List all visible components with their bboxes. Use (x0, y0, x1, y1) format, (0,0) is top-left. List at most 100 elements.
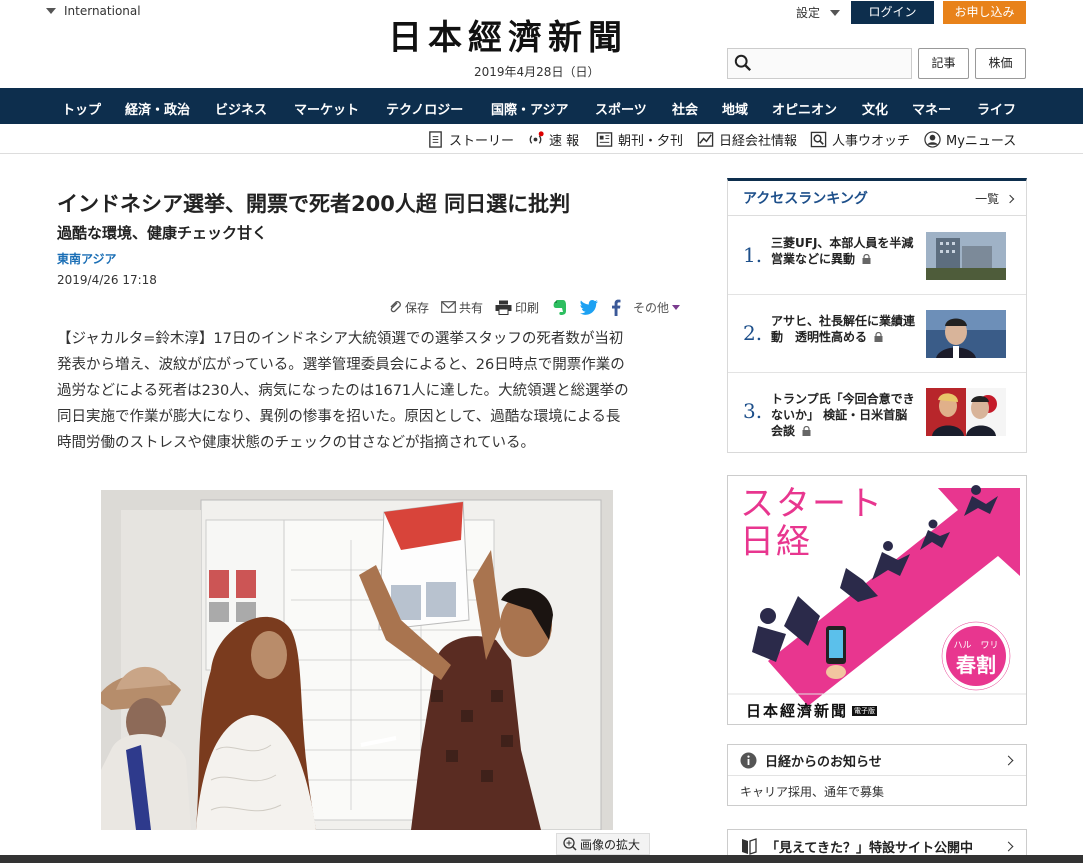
image-zoom-button[interactable]: 画像の拡大 (556, 833, 650, 855)
user-icon (924, 131, 941, 148)
nav-item-international[interactable]: 国際・アジア (491, 99, 568, 118)
login-button[interactable]: ログイン (851, 1, 934, 24)
nikkei-notice[interactable]: 日経からのお知らせ キャリア採用、通年で募集 (727, 744, 1027, 806)
chevron-right-icon (1005, 194, 1015, 203)
document-icon (429, 131, 442, 148)
bottom-bar (0, 855, 1083, 863)
ad-logo: 日本經濟新聞 電子版 (746, 700, 878, 721)
ranking-thumbnail (926, 388, 1006, 436)
ad-logo-tag: 電子版 (852, 705, 878, 716)
lock-icon (802, 426, 811, 436)
ranking-item[interactable]: 3. トランプ氏「今回合意できないか」 検証・日米首脳会談 (728, 373, 1026, 451)
evernote-button[interactable] (551, 299, 567, 316)
nav-item-life[interactable]: ライフ (977, 99, 1016, 118)
article-datetime: 2019/4/26 17:18 (57, 273, 157, 287)
notice-header: 日経からのお知らせ (728, 745, 1026, 776)
printer-icon (495, 300, 512, 315)
site-header: International 日本經濟新聞 2019年4月28日（日） 設定 ログ… (0, 0, 1083, 88)
print-button[interactable]: 印刷 (495, 299, 539, 316)
zoom-in-icon (563, 837, 577, 851)
notice-item[interactable]: キャリア採用、通年で募集 (728, 776, 1026, 807)
nav-item-culture[interactable]: 文化 (862, 99, 888, 118)
nav-item-technology[interactable]: テクノロジー (386, 99, 463, 118)
settings-label: 設定 (796, 6, 821, 20)
ranking-more-link[interactable]: 一覧 (975, 190, 1015, 207)
article-headline: インドネシア選挙、開票で死者200人超 同日選に批判 (57, 192, 571, 216)
advertisement-start-nikkei[interactable]: スタート 日経 ハル ワリ 春割 日本經濟新聞 電子版 (727, 475, 1027, 725)
ranking-number: 1. (743, 243, 763, 267)
ad-headline-1: スタート (740, 484, 884, 524)
ranking-item-title: 三菱UFJ、本部人員を半減 営業などに異動 (771, 235, 919, 267)
nav-item-region[interactable]: 地域 (722, 99, 748, 118)
subnav-my-news-label: Myニュース (946, 134, 1017, 149)
nav-item-opinion[interactable]: オピニオン (772, 99, 837, 118)
subnav-story-label: ストーリー (449, 134, 515, 149)
nav-item-market[interactable]: マーケット (294, 99, 359, 118)
article-category-link[interactable]: 東南アジア (57, 250, 117, 267)
subnav-story[interactable]: ストーリー (427, 130, 514, 149)
header-date: 2019年4月28日（日） (474, 65, 600, 79)
nav-item-top[interactable]: トップ (62, 99, 101, 118)
chart-line-icon (697, 132, 714, 147)
newspaper-icon (596, 132, 613, 147)
ranking-number: 3. (743, 399, 763, 423)
other-label: その他 (633, 300, 670, 315)
subnav-papers[interactable]: 朝刊・夕刊 (596, 130, 683, 149)
nav-item-society[interactable]: 社会 (672, 99, 698, 118)
sub-nav: ストーリー 速 報 朝刊・夕刊 日経会社情報 人事ウオッチ Myニュース (0, 124, 1083, 154)
ranking-item-title: アサヒ、社長解任に業績連動 透明性高める (771, 313, 919, 345)
edition-selector[interactable]: International (46, 4, 141, 18)
lock-icon (874, 332, 883, 342)
article-body-line: 時間労働のストレスや健康状態のチェックの甘さなどが指摘されている。 (57, 435, 536, 451)
ad-badge-main: 春割 (956, 653, 996, 677)
mail-icon (441, 301, 456, 313)
article-body: 【ジャカルタ=鈴木淳】17日のインドネシア大統領選での選挙スタッフの死者数が当初… (57, 326, 689, 456)
ranking-item-text: トランプ氏「今回合意できないか」 検証・日米首脳会談 (771, 392, 915, 438)
lock-icon (862, 254, 871, 264)
magnifier-person-icon (810, 131, 827, 148)
evernote-icon (553, 299, 567, 315)
search-input[interactable] (727, 48, 912, 79)
settings-menu[interactable]: 設定 (796, 4, 841, 21)
nav-item-money[interactable]: マネー (912, 99, 951, 118)
save-button[interactable]: 保存 (388, 299, 429, 316)
other-share-menu[interactable]: その他 (633, 299, 681, 316)
subnav-company-info-label: 日経会社情報 (719, 134, 798, 149)
article-photo[interactable] (101, 490, 613, 830)
info-icon (740, 752, 757, 768)
ranking-item-text: 三菱UFJ、本部人員を半減 営業などに異動 (771, 236, 914, 266)
ranking-item[interactable]: 2. アサヒ、社長解任に業績連動 透明性高める (728, 295, 1026, 373)
subnav-personnel-label: 人事ウオッチ (832, 134, 911, 149)
main-nav: トップ 経済・政治 ビジネス マーケット テクノロジー 国際・アジア スポーツ … (0, 88, 1083, 124)
subnav-my-news[interactable]: Myニュース (924, 130, 1016, 149)
chevron-down-icon (672, 304, 681, 310)
subscribe-button[interactable]: お申し込み (943, 1, 1026, 24)
edition-label: International (64, 4, 141, 18)
nav-item-business[interactable]: ビジネス (215, 99, 267, 118)
ranking-thumbnail (926, 232, 1006, 280)
subnav-breaking-label: 速 報 (549, 134, 580, 149)
nav-item-sports[interactable]: スポーツ (595, 99, 647, 118)
paperclip-icon (390, 301, 401, 313)
article-body-line: 【ジャカルタ=鈴木淳】17日のインドネシア大統領選での選挙スタッフの死者数が当初 (57, 331, 624, 347)
nav-item-economy[interactable]: 経済・政治 (125, 99, 190, 118)
facebook-button[interactable] (611, 299, 621, 316)
subnav-personnel[interactable]: 人事ウオッチ (810, 130, 910, 149)
chevron-right-icon (1003, 841, 1014, 852)
search-stocks-button[interactable]: 株価 (975, 48, 1026, 79)
search-articles-button[interactable]: 記事 (918, 48, 969, 79)
share-button[interactable]: 共有 (441, 299, 483, 316)
ranking-header: アクセスランキング 一覧 (728, 181, 1026, 216)
subnav-company-info[interactable]: 日経会社情報 (697, 130, 797, 149)
ranking-item[interactable]: 1. 三菱UFJ、本部人員を半減 営業などに異動 (728, 217, 1026, 295)
ballot-counting-photo (101, 490, 613, 830)
chevron-down-icon (46, 8, 56, 14)
twitter-button[interactable] (579, 299, 599, 315)
ad-headline-2: 日経 (740, 522, 812, 562)
share-toolbar: 保存 共有 印刷 その他 (388, 298, 692, 316)
ranking-title: アクセスランキング (743, 191, 868, 207)
facebook-icon (612, 299, 621, 316)
subnav-breaking[interactable]: 速 報 (527, 130, 579, 149)
site-logo[interactable]: 日本經濟新聞 (388, 18, 628, 58)
print-label: 印刷 (515, 300, 540, 315)
